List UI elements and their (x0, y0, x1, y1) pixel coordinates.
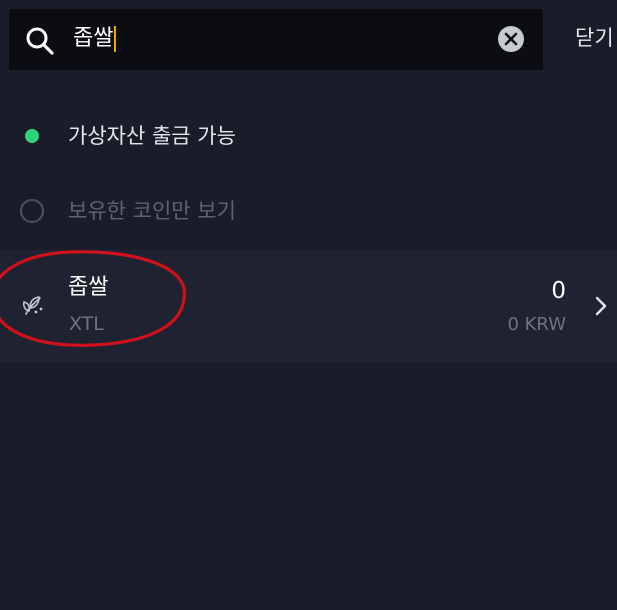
coin-symbol: XTL (69, 313, 104, 335)
leaf-coin-icon (22, 296, 43, 315)
search-query-text: 좁쌀 (73, 26, 114, 51)
coin-result-row[interactable]: 좁쌀 XTL 0 0 KRW (0, 250, 617, 362)
search-icon (26, 27, 54, 55)
search-screen: 좁쌀 닫기 가상자산 출금 가능 보유한 코인만 보기 좁쌀 XTL 0 0 K… (0, 0, 617, 610)
search-bar: 좁쌀 (9, 9, 543, 70)
coin-amount: 0 (551, 278, 566, 304)
active-dot-icon (25, 129, 39, 143)
text-cursor (114, 26, 117, 52)
inactive-radio-icon (20, 199, 44, 223)
filter-owned-only-toggle[interactable]: 보유한 코인만 보기 (20, 195, 236, 227)
coin-name: 좁쌀 (68, 275, 109, 300)
search-input[interactable]: 좁쌀 (73, 17, 473, 61)
filter-owned-only-label: 보유한 코인만 보기 (68, 199, 236, 223)
filter-withdrawable-toggle[interactable]: 가상자산 출금 가능 (20, 120, 236, 152)
filter-withdrawable-label: 가상자산 출금 가능 (68, 124, 236, 148)
close-button[interactable]: 닫기 (575, 22, 614, 54)
coin-krw-value: 0 KRW (507, 314, 566, 335)
clear-icon[interactable] (497, 25, 525, 53)
chevron-right-icon (595, 296, 607, 316)
